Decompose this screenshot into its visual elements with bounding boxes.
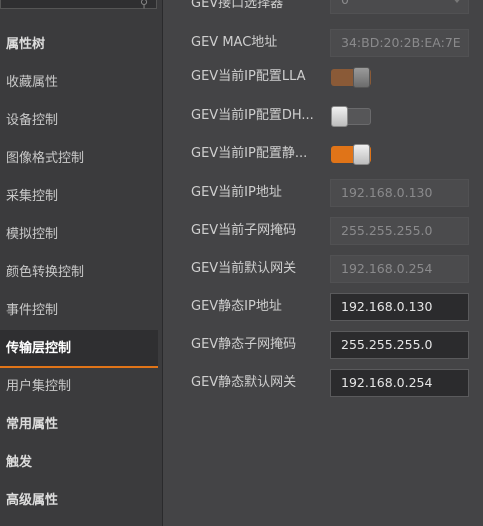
static-subnet-input[interactable]: 255.255.255.0 bbox=[330, 331, 469, 359]
toggle-knob bbox=[331, 106, 348, 127]
interface-selector-value: 0 bbox=[341, 0, 349, 7]
interface-selector-dropdown[interactable]: 0 bbox=[330, 0, 469, 14]
property-label: GEV当前IP配置DH... bbox=[191, 108, 314, 123]
property-label: GEV当前默认网关 bbox=[191, 261, 297, 276]
static-ip-input[interactable]: 192.168.0.130 bbox=[330, 293, 469, 321]
sidebar-item-acquisition[interactable]: 采集控制 bbox=[0, 178, 158, 216]
property-label: GEV当前IP配置LLA bbox=[191, 69, 306, 84]
property-label: GEV当前IP地址 bbox=[191, 185, 282, 200]
sidebar: ⚲ 属性树 收藏属性 设备控制 图像格式控制 采集控制 模拟控制 颜色转换控制 … bbox=[0, 0, 163, 526]
property-panel: GEV接口选择器 0 GEV MAC地址 34:BD:20:2B:EA:7E G… bbox=[164, 0, 483, 526]
property-label: GEV接口选择器 bbox=[191, 0, 284, 11]
property-row: GEV当前IP配置静... bbox=[164, 135, 483, 173]
current-gateway-field: 192.168.0.254 bbox=[330, 255, 469, 283]
property-row: GEV当前子网掩码 255.255.255.0 bbox=[164, 212, 483, 250]
sidebar-item-analog[interactable]: 模拟控制 bbox=[0, 216, 158, 254]
sidebar-item-device-control[interactable]: 设备控制 bbox=[0, 102, 158, 140]
property-row: GEV静态子网掩码 255.255.255.0 bbox=[164, 326, 483, 364]
static-ip-toggle[interactable] bbox=[331, 144, 373, 165]
property-label: GEV当前子网掩码 bbox=[191, 223, 297, 238]
sidebar-item-color-transform[interactable]: 颜色转换控制 bbox=[0, 254, 158, 292]
sidebar-item-user-set[interactable]: 用户集控制 bbox=[0, 368, 158, 406]
property-label: GEV静态IP地址 bbox=[191, 299, 282, 314]
sidebar-item-favorites[interactable]: 收藏属性 bbox=[0, 64, 158, 102]
toggle-knob bbox=[353, 144, 370, 165]
sidebar-item-event-control[interactable]: 事件控制 bbox=[0, 292, 158, 330]
sidebar-item-property-tree[interactable]: 属性树 bbox=[0, 26, 158, 64]
static-gateway-input[interactable]: 192.168.0.254 bbox=[330, 369, 469, 397]
search-input[interactable]: ⚲ bbox=[0, 0, 157, 10]
lla-toggle bbox=[331, 67, 373, 88]
toggle-knob bbox=[353, 67, 370, 88]
property-row: GEV当前IP配置DH... bbox=[164, 97, 483, 135]
sidebar-item-common[interactable]: 常用属性 bbox=[0, 406, 158, 444]
mac-address-field: 34:BD:20:2B:EA:7E bbox=[330, 29, 469, 57]
property-row: GEV静态默认网关 192.168.0.254 bbox=[164, 364, 483, 402]
property-label: GEV MAC地址 bbox=[191, 35, 278, 50]
search-icon: ⚲ bbox=[139, 0, 148, 10]
property-row: GEV静态IP地址 192.168.0.130 bbox=[164, 288, 483, 326]
chevron-down-icon bbox=[452, 0, 462, 3]
property-row: GEV MAC地址 34:BD:20:2B:EA:7E bbox=[164, 24, 483, 62]
sidebar-item-advanced[interactable]: 高级属性 bbox=[0, 482, 158, 520]
sidebar-item-transport-layer[interactable]: 传输层控制 bbox=[0, 330, 158, 368]
sidebar-item-image-format[interactable]: 图像格式控制 bbox=[0, 140, 158, 178]
property-label: GEV当前IP配置静... bbox=[191, 146, 308, 161]
property-row: GEV当前IP地址 192.168.0.130 bbox=[164, 174, 483, 212]
property-row: GEV当前IP配置LLA bbox=[164, 58, 483, 96]
sidebar-item-trigger[interactable]: 触发 bbox=[0, 444, 158, 482]
current-subnet-field: 255.255.255.0 bbox=[330, 217, 469, 245]
current-ip-field: 192.168.0.130 bbox=[330, 179, 469, 207]
property-label: GEV静态子网掩码 bbox=[191, 337, 297, 352]
property-row: GEV当前默认网关 192.168.0.254 bbox=[164, 250, 483, 288]
property-label: GEV静态默认网关 bbox=[191, 375, 297, 390]
dhcp-toggle[interactable] bbox=[331, 106, 373, 127]
